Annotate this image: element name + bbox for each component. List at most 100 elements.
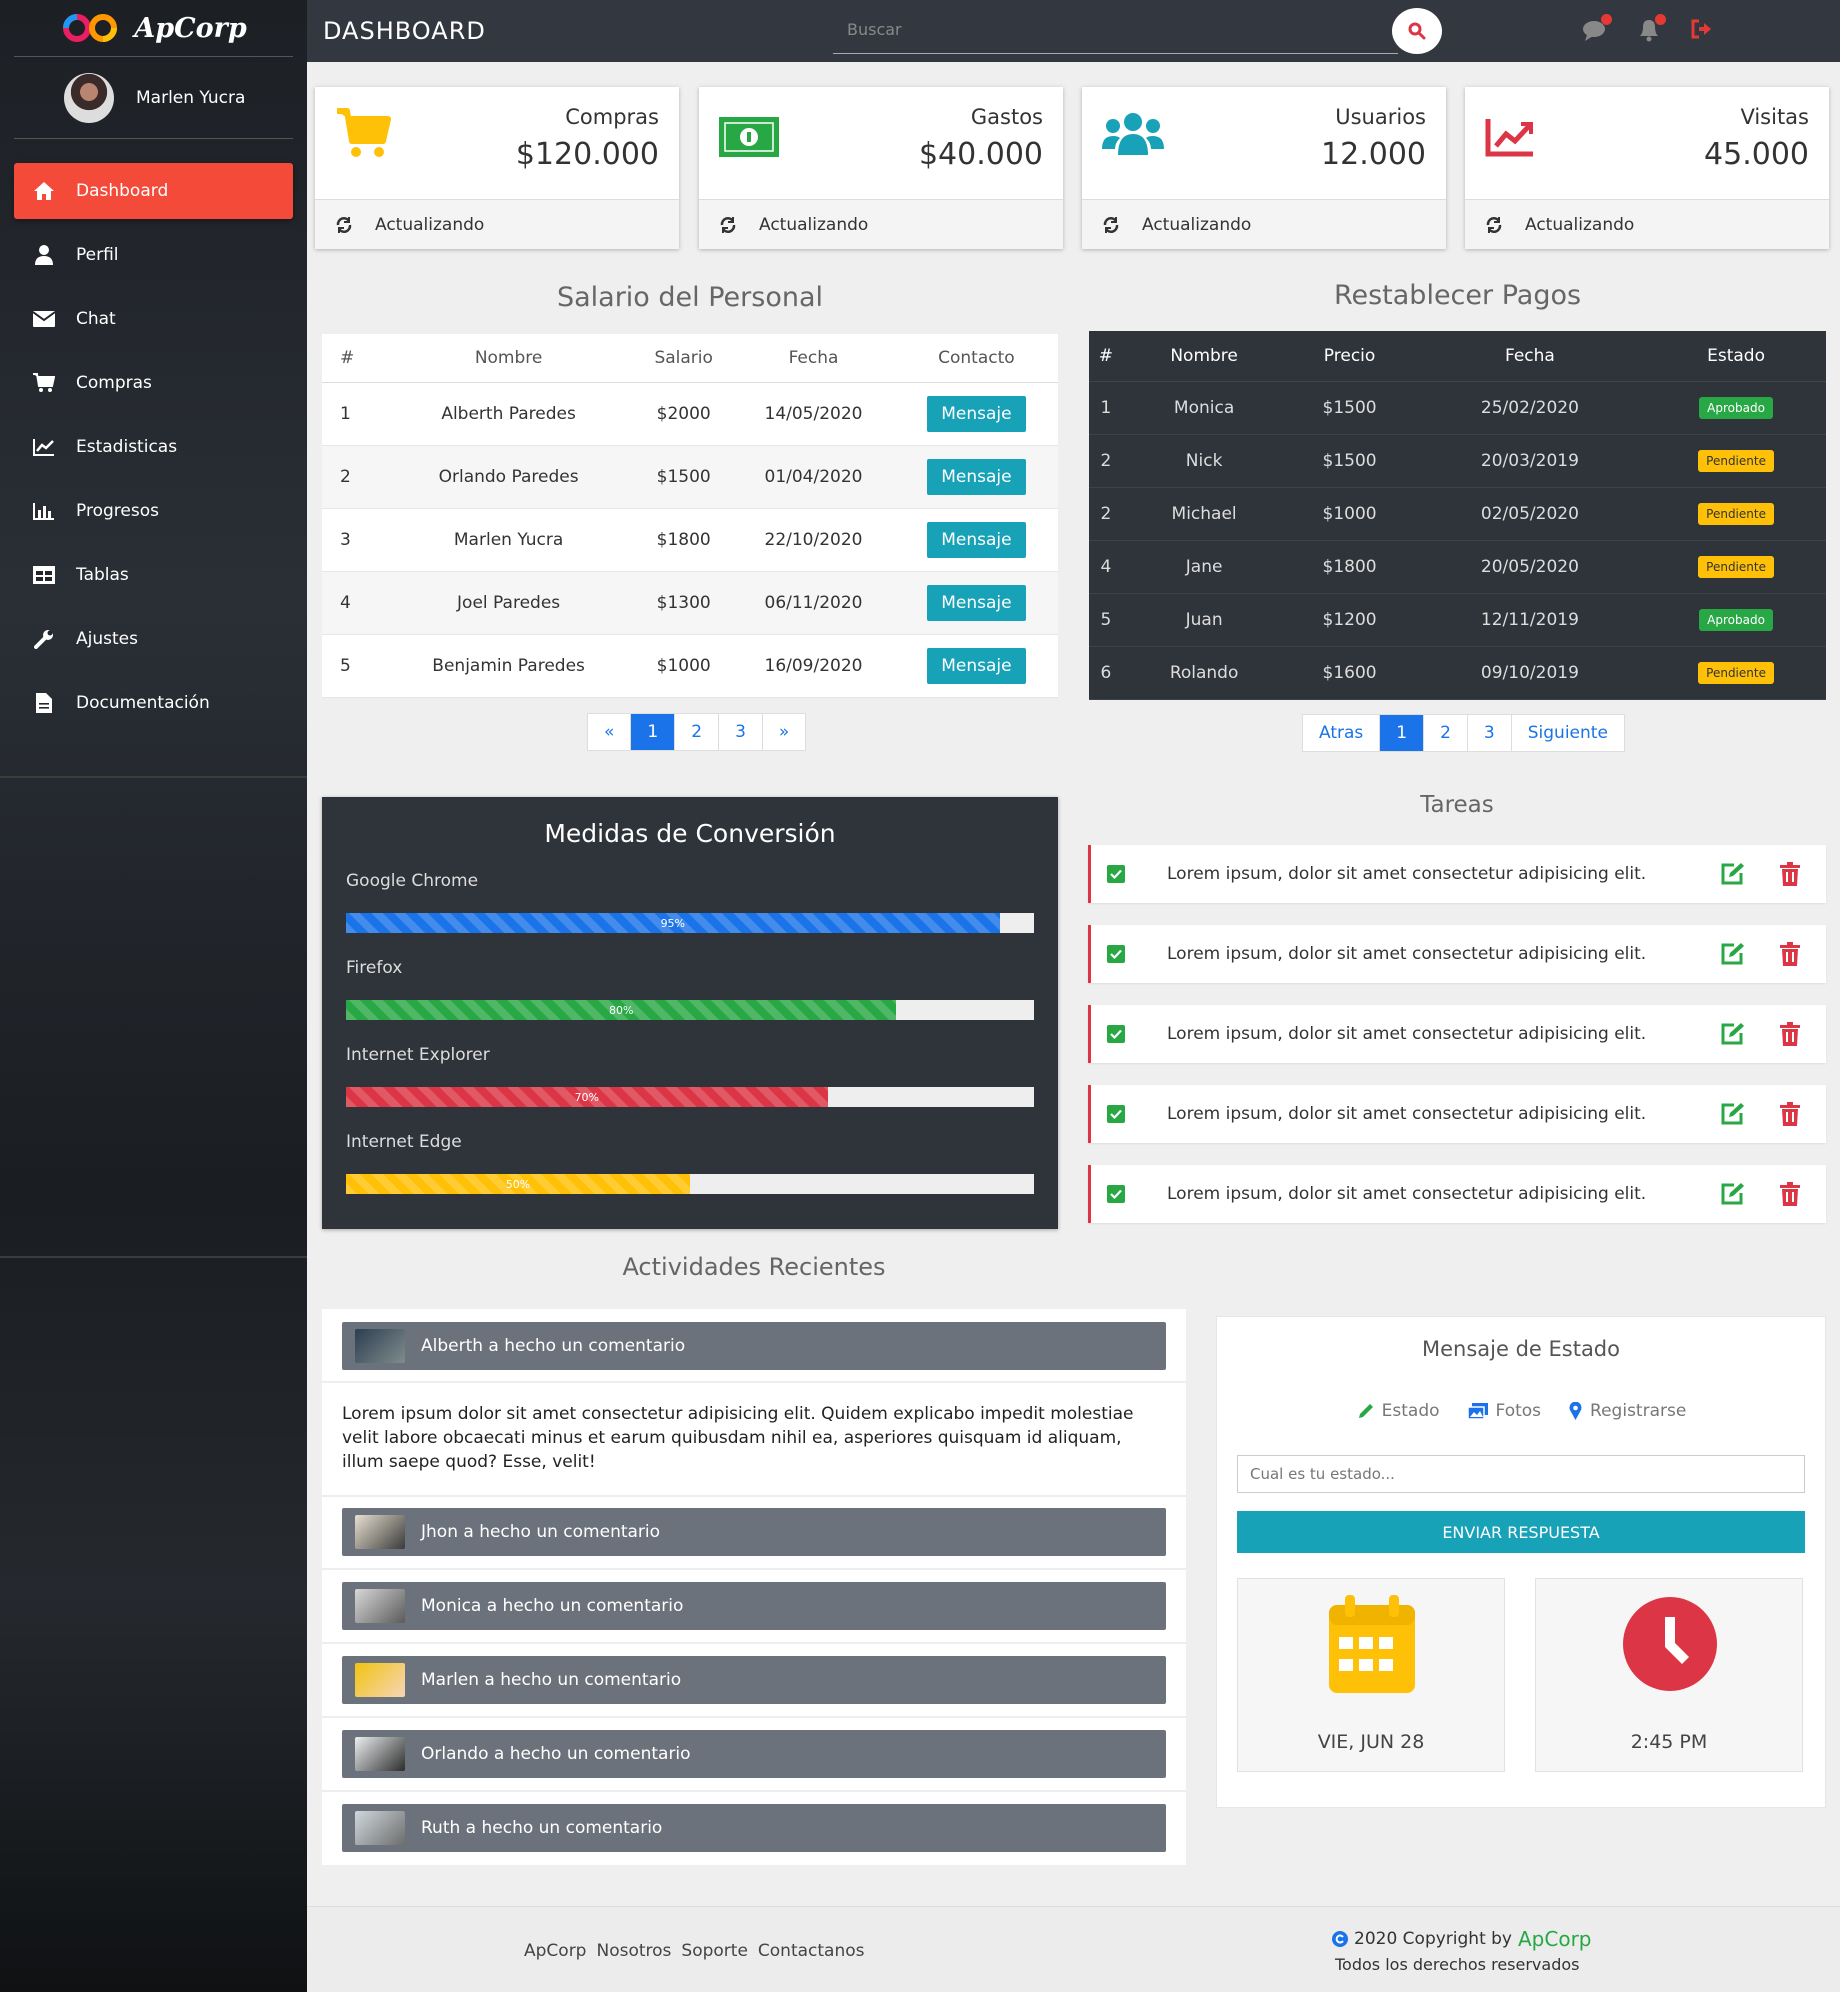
column-header: Nombre [382,334,636,383]
search-button[interactable] [1392,8,1442,54]
trash-icon[interactable] [1780,862,1800,886]
progress-item: Internet Explorer 70% [346,1045,1034,1107]
pencil-icon [1358,1404,1373,1418]
clock-icon [1623,1597,1717,1691]
cell-contact: Mensaje [894,382,1058,446]
task-checkbox[interactable] [1107,1025,1125,1043]
map-marker-icon [1569,1402,1582,1420]
tab-label: Fotos [1495,1401,1542,1421]
footer-link[interactable]: Contactanos [758,1941,865,1961]
card-label: Visitas [1740,105,1809,129]
activity-body: Lorem ipsum dolor sit amet consectetur a… [342,1404,1134,1472]
footer-link[interactable]: Nosotros [596,1941,671,1961]
top-header: DASHBOARD Buscar [307,0,1840,62]
footer-link[interactable]: Soporte [681,1941,748,1961]
money-bill-icon [719,117,779,157]
sidebar-item-progresos[interactable]: Progresos [14,483,293,539]
sidebar-item-dashboard[interactable]: Dashboard [14,163,293,219]
sidebar-item-ajustes[interactable]: Ajustes [14,611,293,667]
sidebar-item-chat[interactable]: Chat [14,291,293,347]
notifications-button[interactable] [1636,14,1666,45]
status-badge: Pendiente [1698,555,1774,578]
task-checkbox[interactable] [1107,1105,1125,1123]
tab-registrarse[interactable]: Registrarse [1569,1401,1686,1421]
progress-fill: 95% [346,913,1000,933]
trash-icon[interactable] [1780,1102,1800,1126]
activity-item[interactable]: Marlen a hecho un comentario [342,1656,1166,1704]
sidebar-item-perfil[interactable]: Perfil [14,227,293,283]
copyright-brand[interactable]: ApCorp [1518,1927,1592,1951]
task-checkbox[interactable] [1107,1185,1125,1203]
edit-icon[interactable] [1720,1022,1746,1046]
trash-icon[interactable] [1780,1022,1800,1046]
message-button[interactable]: Mensaje [927,458,1026,495]
date-box: VIE, JUN 28 [1237,1578,1505,1772]
message-button[interactable]: Mensaje [927,521,1026,558]
cell-index: 4 [322,571,382,635]
activity-item[interactable]: Monica a hecho un comentario [342,1582,1166,1630]
cell-date: 12/11/2019 [1413,593,1647,647]
sidebar-divider [0,1256,307,1258]
edit-icon[interactable] [1720,942,1746,966]
page-2[interactable]: 2 [1424,715,1468,751]
page-prev[interactable]: Atras [1303,715,1381,751]
cell-name: Rolando [1122,646,1286,700]
activity-item[interactable]: Alberth a hecho un comentario [342,1322,1166,1370]
edit-icon[interactable] [1720,862,1746,886]
page-3[interactable]: 3 [1468,715,1512,751]
users-icon [1102,113,1164,155]
page-prev[interactable]: « [588,714,632,750]
cell-date: 25/02/2020 [1413,381,1647,435]
cell-date: 22/10/2020 [732,508,895,572]
messages-button[interactable] [1582,14,1612,45]
sidebar-item-label: Perfil [76,245,119,265]
stat-card-compras: Compras $120.000 Actualizando [315,87,679,249]
divider [322,1716,1186,1718]
task-text: Lorem ipsum, dolor sit amet consectetur … [1167,944,1647,964]
page-1[interactable]: 1 [1380,715,1425,751]
edit-icon[interactable] [1720,1102,1746,1126]
send-button[interactable]: ENVIAR RESPUESTA [1237,1511,1805,1553]
search-input[interactable]: Buscar [833,14,1398,54]
page-next[interactable]: Siguiente [1512,715,1624,751]
activity-item[interactable]: Ruth a hecho un comentario [342,1804,1166,1852]
status-input[interactable]: Cual es tu estado... [1237,1455,1805,1493]
sidebar-item-compras[interactable]: Compras [14,355,293,411]
footer-link[interactable]: ApCorp [524,1941,586,1961]
sidebar: ApCorp Marlen Yucra Dashboard Perfil Cha… [0,0,307,1992]
logout-button[interactable] [1690,17,1718,45]
page-2[interactable]: 2 [675,714,720,750]
sidebar-user[interactable]: Marlen Yucra [14,57,293,139]
brand[interactable]: ApCorp [14,0,293,57]
task-checkbox[interactable] [1107,865,1125,883]
message-button[interactable]: Mensaje [927,647,1026,684]
message-button[interactable]: Mensaje [927,395,1026,432]
sidebar-item-label: Documentación [76,693,210,713]
trash-icon[interactable] [1780,942,1800,966]
images-icon [1467,1403,1488,1419]
trash-icon[interactable] [1780,1182,1800,1206]
sidebar-item-label: Tablas [76,565,129,585]
calendar-icon [1329,1595,1415,1693]
sidebar-item-tablas[interactable]: Tablas [14,547,293,603]
task-item: Lorem ipsum, dolor sit amet consectetur … [1088,845,1826,903]
activity-item[interactable]: Jhon a hecho un comentario [342,1508,1166,1556]
check-icon [1110,1029,1122,1039]
page-next[interactable]: » [763,714,805,750]
tab-label: Estado [1381,1401,1440,1421]
edit-icon[interactable] [1720,1182,1746,1206]
message-button[interactable]: Mensaje [927,584,1026,621]
tab-fotos[interactable]: Fotos [1467,1401,1542,1421]
salary-title: Salario del Personal [556,282,824,313]
sidebar-item-documentacion[interactable]: Documentación [14,675,293,731]
cell-price: $1500 [1285,381,1414,435]
tab-estado[interactable]: Estado [1358,1401,1440,1421]
cell-name: Monica [1122,381,1286,435]
page-1[interactable]: 1 [631,714,676,750]
cell-date: 02/05/2020 [1413,487,1647,541]
task-checkbox[interactable] [1107,945,1125,963]
sidebar-item-estadisticas[interactable]: Estadisticas [14,419,293,475]
tareas-title: Tareas [1420,792,1494,818]
page-3[interactable]: 3 [719,714,763,750]
activity-item[interactable]: Orlando a hecho un comentario [342,1730,1166,1778]
